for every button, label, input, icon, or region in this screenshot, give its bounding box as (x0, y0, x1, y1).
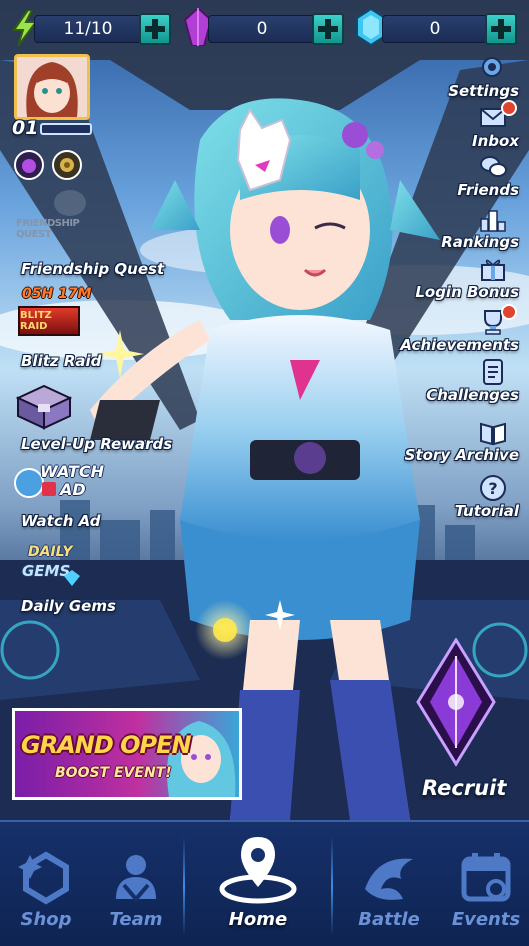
friendship-quest-logo: FRIENDSHIP QUEST (16, 218, 80, 240)
energy-value: 11/10 (63, 19, 113, 39)
add-energy-button[interactable] (139, 13, 171, 45)
daily-gems-button[interactable]: DAILY GEMS (14, 544, 84, 594)
daily-gems-logo-top: DAILY (28, 544, 73, 560)
avatar-portrait (17, 57, 87, 117)
plus-icon (318, 19, 338, 39)
gear-icon (479, 54, 507, 82)
recruit-crystal-icon (416, 637, 496, 767)
scroll-icon (479, 358, 507, 386)
blitz-raid-logo: BLITZ RAID (18, 306, 80, 336)
add-crystals-button[interactable] (312, 13, 344, 45)
nav-battle[interactable]: Battle (346, 822, 432, 946)
daily-gems-label: Daily Gems (21, 597, 116, 615)
medal-icon (60, 158, 74, 172)
nav-team-label: Team (109, 909, 163, 930)
watch-ad-button[interactable]: WATCH AD (14, 462, 104, 510)
blitz-raid-label: Blitz Raid (21, 352, 102, 370)
recruit-button[interactable]: Recruit (414, 637, 506, 808)
nav-divider-left (183, 836, 185, 936)
inbox-label: Inbox (472, 132, 519, 150)
add-gems-button[interactable] (485, 13, 517, 45)
gem-sparkle-icon (64, 570, 80, 586)
login-bonus-button[interactable]: Login Bonus (415, 255, 519, 301)
bottom-nav: Shop Team Home Battle Events (0, 820, 529, 946)
player-level: 01 (12, 117, 39, 139)
exp-bar (40, 123, 92, 135)
nav-events[interactable]: Events (446, 822, 526, 946)
achievements-button[interactable]: Achievements (400, 304, 519, 354)
watch-ad-logo-bottom: AD (60, 480, 86, 499)
friendship-quest-label: Friendship Quest (21, 260, 165, 278)
podium-icon (479, 205, 507, 233)
gem-counter: 0 (382, 15, 488, 43)
watch-ad-logo-top: WATCH (40, 462, 104, 481)
nav-events-label: Events (451, 909, 521, 930)
treasure-chest-icon (15, 384, 73, 430)
notification-badge (501, 304, 517, 320)
nav-shop-label: Shop (20, 909, 72, 930)
crystal-value: 0 (256, 19, 268, 39)
trophy-icon (479, 304, 517, 336)
shop-icon (18, 851, 69, 905)
watch-ad-label: Watch Ad (21, 512, 101, 530)
tutorial-label: Tutorial (454, 502, 519, 520)
blitz-raid-button[interactable]: 05H 17M BLITZ RAID (14, 286, 94, 350)
nav-battle-label: Battle (358, 909, 420, 930)
book-icon (479, 418, 507, 446)
nav-home-label: Home (228, 909, 288, 930)
rankings-label: Rankings (441, 233, 519, 251)
gem-value: 0 (429, 19, 441, 39)
rankings-button[interactable]: Rankings (441, 205, 519, 251)
team-icon (116, 855, 156, 903)
banner-subtitle: BOOST EVENT! (55, 765, 172, 781)
achievements-label: Achievements (400, 336, 519, 354)
battle-icon (365, 858, 413, 900)
level-up-rewards-label: Level-Up Rewards (21, 435, 173, 453)
friends-button[interactable]: Friends (457, 153, 519, 199)
recruit-label: Recruit (422, 776, 507, 800)
buff-icon-purple[interactable] (14, 150, 44, 180)
inbox-button[interactable]: Inbox (472, 100, 519, 150)
calendar-icon (461, 853, 511, 902)
chat-bubbles-icon (479, 153, 507, 181)
grand-open-banner[interactable]: GRAND OPEN BOOST EVENT! (12, 708, 242, 800)
potion-icon (22, 159, 36, 173)
settings-label: Settings (448, 82, 519, 100)
friendship-heart-icon (54, 190, 86, 216)
story-archive-button[interactable]: Story Archive (405, 418, 519, 464)
play-icon (42, 482, 56, 496)
banner-title: GRAND OPEN (21, 731, 192, 759)
map-pin-icon (219, 837, 297, 904)
energy-counter: 11/10 (34, 15, 142, 43)
question-icon: ? (479, 474, 507, 502)
friendship-quest-button[interactable]: FRIENDSHIP QUEST (14, 190, 104, 256)
crystal-counter: 0 (208, 15, 316, 43)
nav-home[interactable]: Home (196, 822, 320, 946)
settings-button[interactable]: Settings (448, 54, 519, 100)
player-avatar[interactable] (14, 54, 90, 120)
plus-icon (491, 19, 511, 39)
nav-shop[interactable]: Shop (8, 822, 84, 946)
plus-icon (145, 19, 165, 39)
friends-label: Friends (457, 181, 519, 199)
envelope-icon (479, 100, 517, 132)
level-up-rewards-button[interactable] (14, 380, 74, 432)
nav-team[interactable]: Team (96, 822, 176, 946)
challenges-label: Challenges (426, 386, 519, 404)
login-bonus-label: Login Bonus (415, 283, 519, 301)
blitz-raid-timer: 05H 17M (22, 286, 92, 302)
svg-text:?: ? (488, 479, 497, 498)
buff-icon-gold[interactable] (52, 150, 82, 180)
nav-divider-right (331, 836, 333, 936)
story-archive-label: Story Archive (404, 446, 519, 464)
tutorial-button[interactable]: ? Tutorial (455, 474, 519, 520)
challenges-button[interactable]: Challenges (426, 358, 519, 404)
gift-icon (479, 255, 507, 283)
notification-badge (501, 100, 517, 116)
resource-bar: 11/10 0 0 (0, 6, 529, 48)
